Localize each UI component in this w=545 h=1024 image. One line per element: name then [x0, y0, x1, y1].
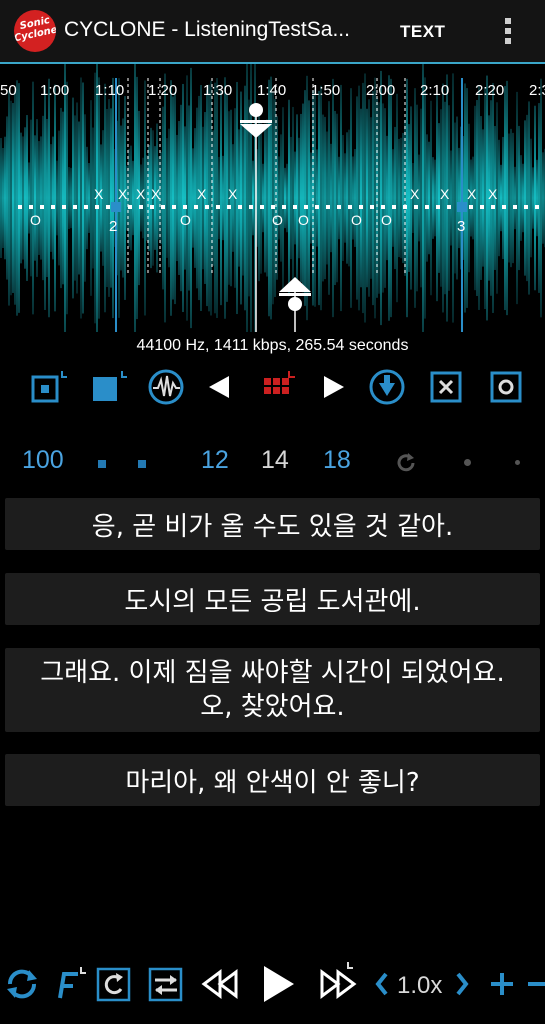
marker-square-icon	[138, 460, 146, 468]
timeline-tick-label: 2:3	[529, 82, 545, 99]
subtitle-line[interactable]: 도시의 모든 공립 도서관에.	[5, 573, 540, 625]
play-icon[interactable]	[258, 962, 298, 1006]
timeline-tick-label: 50	[0, 82, 17, 99]
prev-icon[interactable]	[199, 366, 241, 408]
svg-text:X: X	[151, 186, 161, 202]
waveform-icon[interactable]	[145, 366, 187, 408]
app-bar: Sonic Cyclone CYCLONE - ListeningTestSa.…	[0, 0, 545, 64]
timeline-tick-label: 1:50	[311, 82, 340, 99]
timeline-tick-label: 2:10	[420, 82, 449, 99]
svg-text:X: X	[467, 186, 477, 202]
timeline-tick-label: 1:20	[148, 82, 177, 99]
svg-text:X: X	[94, 186, 104, 202]
timeline-tick-label: 1:30	[203, 82, 232, 99]
svg-text:O: O	[351, 212, 362, 228]
subtitle-text: 오, 찾았어요.	[200, 692, 345, 722]
more-vert-icon[interactable]	[504, 18, 512, 46]
dot-icon	[515, 460, 520, 465]
svg-text:O: O	[30, 212, 41, 228]
marker-number: 2	[109, 218, 117, 235]
f-icon[interactable]	[52, 962, 88, 1006]
app-logo-icon[interactable]: Sonic Cyclone	[14, 10, 56, 52]
subtitle-text: 그래요. 이제 짐을 싸야할 시간이 되었어요.	[40, 658, 505, 688]
refresh-icon[interactable]	[96, 962, 132, 1006]
grid-icon[interactable]	[256, 366, 298, 408]
minus-icon[interactable]	[526, 962, 545, 1006]
marker-square-icon	[98, 460, 106, 468]
svg-text:X: X	[410, 186, 420, 202]
text-button[interactable]: TEXT	[400, 22, 445, 42]
next-icon[interactable]	[312, 366, 354, 408]
waveform-view[interactable]: 50 1:00 1:10 1:20 1:30 1:40 1:50 2:00 2:10 2:20 2:…	[0, 64, 545, 332]
rewind-icon[interactable]	[200, 962, 240, 1006]
playback-speed[interactable]: 1.0x	[397, 972, 442, 1000]
timeline-tick-label: 1:40	[257, 82, 286, 99]
dot-icon	[464, 459, 471, 466]
audio-info: 44100 Hz, 1411 kbps, 265.54 seconds	[136, 337, 409, 354]
clear-icon[interactable]	[425, 366, 467, 408]
timeline-tick-label: 1:10	[95, 82, 124, 99]
svg-text:X: X	[118, 186, 128, 202]
app-title: CYCLONE - ListeningTestSa...	[64, 18, 350, 41]
svg-text:O: O	[180, 212, 191, 228]
svg-text:X: X	[136, 186, 146, 202]
marker-value-1[interactable]: 12	[201, 446, 229, 475]
marker-number: 3	[457, 218, 465, 235]
speed-down-icon[interactable]	[372, 962, 392, 1006]
svg-text:X: X	[488, 186, 498, 202]
subtitle-line[interactable]: 응, 곧 비가 올 수도 있을 것 같아.	[5, 498, 540, 550]
reload-icon[interactable]	[394, 451, 418, 475]
loop-end-icon[interactable]	[86, 366, 128, 408]
download-icon[interactable]	[366, 366, 408, 408]
svg-text:X: X	[228, 186, 238, 202]
marker-count[interactable]: 100	[22, 446, 64, 475]
subtitle-text: 응, 곧 비가 올 수도 있을 것 같아.	[91, 511, 454, 542]
svg-text:X: X	[197, 186, 207, 202]
speed-up-icon[interactable]	[452, 962, 472, 1006]
svg-text:X: X	[440, 186, 450, 202]
svg-text:O: O	[381, 212, 392, 228]
swap-icon[interactable]	[148, 962, 184, 1006]
subtitle-line[interactable]: 마리아, 왜 안색이 안 좋니?	[5, 754, 540, 806]
svg-text:O: O	[298, 212, 309, 228]
svg-text:O: O	[272, 212, 283, 228]
subtitle-text: 마리아, 왜 안색이 안 좋니?	[125, 767, 420, 798]
subtitle-text: 도시의 모든 공립 도서관에.	[124, 586, 421, 617]
repeat-icon[interactable]	[2, 962, 42, 1006]
timeline-tick-label: 1:00	[40, 82, 69, 99]
plus-icon[interactable]	[488, 962, 516, 1006]
timeline-tick-label: 2:20	[475, 82, 504, 99]
subtitle-line[interactable]: 그래요. 이제 짐을 싸야할 시간이 되었어요. 오, 찾았어요.	[5, 648, 540, 732]
fast-forward-icon[interactable]	[318, 962, 358, 1006]
marker-value-2[interactable]: 14	[261, 446, 289, 475]
timeline-tick-label: 2:00	[366, 82, 395, 99]
record-icon[interactable]	[485, 366, 527, 408]
loop-start-icon[interactable]	[26, 366, 68, 408]
marker-value-3[interactable]: 18	[323, 446, 351, 475]
